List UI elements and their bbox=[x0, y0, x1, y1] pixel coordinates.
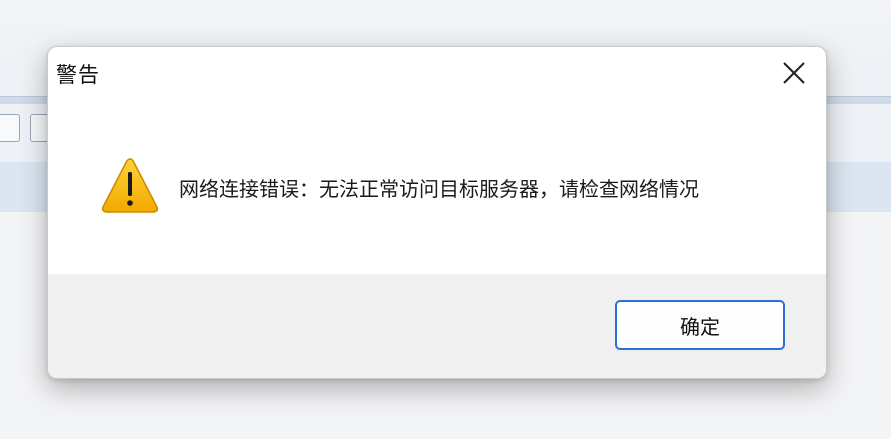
ok-button[interactable]: 确定 bbox=[615, 300, 785, 350]
close-icon bbox=[783, 62, 805, 84]
background-tool-icon bbox=[0, 114, 20, 142]
close-button[interactable] bbox=[778, 57, 810, 89]
warning-icon bbox=[101, 157, 159, 215]
dialog-title: 警告 bbox=[56, 63, 100, 87]
warning-dialog: 警告 网络连接错误：无法正常访问目标服务器，请检查网络情况 确定 bbox=[47, 46, 827, 379]
dialog-message: 网络连接错误：无法正常访问目标服务器，请检查网络情况 bbox=[179, 177, 699, 201]
dialog-content: 网络连接错误：无法正常访问目标服务器，请检查网络情况 bbox=[48, 99, 826, 274]
desktop-screen: 警告 网络连接错误：无法正常访问目标服务器，请检查网络情况 确定 bbox=[0, 0, 891, 439]
dialog-footer: 确定 bbox=[48, 274, 826, 378]
